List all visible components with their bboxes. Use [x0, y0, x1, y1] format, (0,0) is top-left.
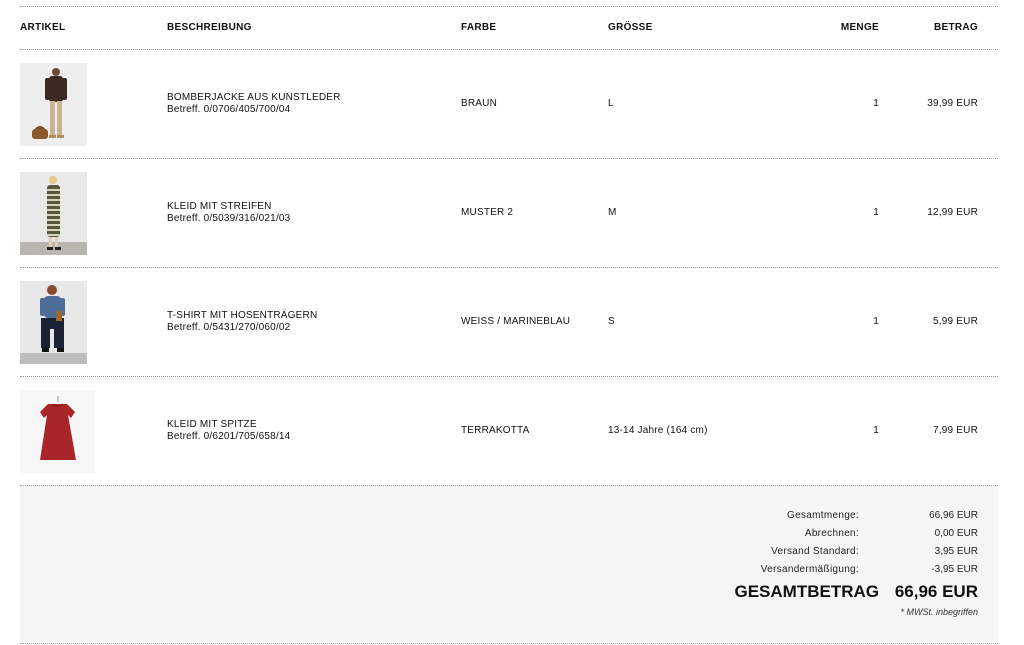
header-groesse: GRÖSSE [608, 22, 653, 33]
product-image[interactable] [20, 63, 87, 146]
product-ref: Betreff. 0/5039/316/021/03 [167, 213, 291, 224]
product-image[interactable] [20, 390, 95, 473]
product-ref: Betreff. 0/0706/405/700/04 [167, 104, 291, 115]
table-header: ARTIKEL BESCHREIBUNG FARBE GRÖSSE MENGE … [20, 6, 998, 48]
summary-row-abrechnen: Abrechnen: 0,00 EUR [678, 528, 978, 542]
product-name[interactable]: KLEID MIT SPITZE [167, 419, 290, 431]
product-amount: 39,99 EUR [927, 98, 978, 109]
product-description: KLEID MIT STREIFEN Betreff. 0/5039/316/0… [167, 201, 290, 225]
product-color: MUSTER 2 [461, 207, 514, 218]
product-amount: 7,99 EUR [933, 425, 978, 436]
summary-value: -3,95 EUR [931, 564, 978, 575]
header-beschreibung: BESCHREIBUNG [167, 22, 252, 33]
product-name[interactable]: T-SHIRT MIT HOSENTRÄGERN [167, 310, 317, 322]
product-image[interactable] [20, 281, 87, 364]
product-size: 13-14 Jahre (164 cm) [608, 425, 708, 436]
summary-label: Gesamtmenge: [787, 510, 859, 521]
header-farbe: FARBE [461, 22, 497, 33]
terracotta-lace-dress-icon [20, 390, 95, 473]
product-qty: 1 [873, 316, 879, 327]
table-row: T-SHIRT MIT HOSENTRÄGERN Betreff. 0/5431… [20, 268, 998, 376]
table-row: BOMBERJACKE AUS KUNSTLEDER Betreff. 0/07… [20, 50, 998, 158]
product-amount: 5,99 EUR [933, 316, 978, 327]
summary-label: Versandermäßigung: [760, 564, 859, 575]
summary-value: 3,95 EUR [934, 546, 978, 557]
grand-total-label: GESAMTBETRAG [734, 582, 880, 601]
divider [20, 643, 998, 644]
summary-row-gesamtmenge: Gesamtmenge: 66,96 EUR [678, 510, 978, 524]
order-totals: Gesamtmenge: 66,96 EUR Abrechnen: 0,00 E… [20, 486, 998, 642]
table-row: KLEID MIT SPITZE Betreff. 0/6201/705/658… [20, 377, 998, 485]
product-color: BRAUN [461, 98, 498, 109]
summary-label: Versand Standard: [771, 546, 859, 557]
product-description: T-SHIRT MIT HOSENTRÄGERN Betreff. 0/5431… [167, 310, 317, 334]
grand-total-value: 66,96 EUR [894, 582, 978, 601]
product-size: M [608, 207, 617, 218]
product-size: S [608, 316, 615, 327]
product-color: TERRAKOTTA [461, 425, 530, 436]
header-menge: MENGE [840, 22, 879, 33]
product-qty: 1 [873, 425, 879, 436]
model-brown-leather-jacket-icon [20, 63, 87, 146]
product-ref: Betreff. 0/6201/705/658/14 [167, 431, 291, 442]
product-amount: 12,99 EUR [927, 207, 978, 218]
product-description: BOMBERJACKE AUS KUNSTLEDER Betreff. 0/07… [167, 92, 341, 116]
tax-note: * MWSt. inbegriffen [900, 607, 978, 617]
product-ref: Betreff. 0/5431/270/060/02 [167, 322, 291, 333]
header-artikel: ARTIKEL [20, 22, 66, 33]
summary-value: 66,96 EUR [929, 510, 978, 521]
model-striped-dress-icon [20, 172, 87, 255]
header-betrag: BETRAG [933, 22, 978, 33]
model-denim-suspenders-icon [20, 281, 87, 364]
product-color: WEISS / MARINEBLAU [461, 316, 571, 327]
order-summary-page: ARTIKEL BESCHREIBUNG FARBE GRÖSSE MENGE … [0, 0, 1024, 645]
product-qty: 1 [873, 207, 879, 218]
product-image[interactable] [20, 172, 87, 255]
summary-label: Abrechnen: [804, 528, 859, 539]
product-size: L [608, 98, 614, 109]
summary-row-versand: Versand Standard: 3,95 EUR [678, 546, 978, 560]
summary-value: 0,00 EUR [934, 528, 978, 539]
summary-row-ermaessigung: Versandermäßigung: -3,95 EUR [678, 564, 978, 578]
product-qty: 1 [873, 98, 879, 109]
product-name[interactable]: KLEID MIT STREIFEN [167, 201, 290, 213]
product-name[interactable]: BOMBERJACKE AUS KUNSTLEDER [167, 92, 341, 104]
table-row: KLEID MIT STREIFEN Betreff. 0/5039/316/0… [20, 159, 998, 267]
product-description: KLEID MIT SPITZE Betreff. 0/6201/705/658… [167, 419, 290, 443]
